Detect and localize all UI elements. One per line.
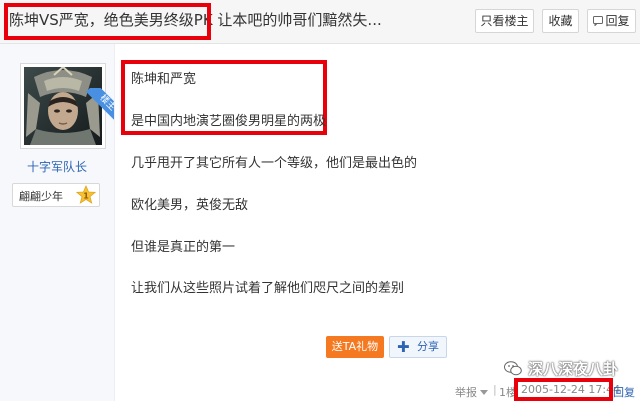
reply-button-label: 回复 <box>605 14 630 28</box>
title-highlight-box <box>4 3 211 40</box>
post-line: 是中国内地演艺圈俊男明星的两极 <box>131 114 327 129</box>
rank-level-number: 1 <box>83 192 89 201</box>
user-panel: 楼主 十字军队长 翩翩少年 1 <box>0 44 115 401</box>
star-level-icon: 1 <box>76 185 96 204</box>
user-rank[interactable]: 翩翩少年 1 <box>12 183 100 207</box>
post-line: 陈坤和严宽 <box>131 72 197 87</box>
post-line: 几乎甩开了其它所有人一个等级，他们是最出色的 <box>131 156 418 171</box>
post-line: 欧化美男，英俊无敌 <box>131 198 249 213</box>
post-line: 但谁是真正的第一 <box>131 240 236 255</box>
watermark-text: 深八深夜八卦 <box>528 360 619 378</box>
share-button[interactable]: ✚ 分享 <box>389 336 447 358</box>
favorite-button[interactable]: 收藏 <box>542 9 579 33</box>
username-link[interactable]: 十字军队长 <box>0 158 114 175</box>
only-op-button[interactable]: 只看楼主 <box>475 9 534 33</box>
wechat-icon <box>504 361 522 376</box>
date-highlight-box <box>514 378 613 401</box>
share-label: 分享 <box>417 340 439 353</box>
chevron-down-icon <box>480 390 488 395</box>
op-badge-label: 楼主 <box>86 88 114 120</box>
divider: | <box>493 383 497 396</box>
report-label: 举报 <box>455 386 477 399</box>
reply-link[interactable]: 回复 <box>613 384 635 400</box>
reply-button[interactable]: 回复 <box>587 9 636 33</box>
post-line: 让我们从这些照片试着了解他们咫尺之间的差别 <box>131 281 405 296</box>
plus-icon: ✚ <box>397 338 410 356</box>
op-badge: 楼主 <box>82 88 114 120</box>
send-gift-button[interactable]: 送TA礼物 <box>326 336 384 358</box>
rank-title: 翩翩少年 <box>19 190 63 203</box>
thread-header: 陈坤VS严宽，绝色美男终级PK 让本吧的帅哥们黯然失... 只看楼主 收藏 回复 <box>0 0 640 44</box>
reply-icon <box>593 16 604 26</box>
report-link[interactable]: 举报 <box>455 384 488 400</box>
